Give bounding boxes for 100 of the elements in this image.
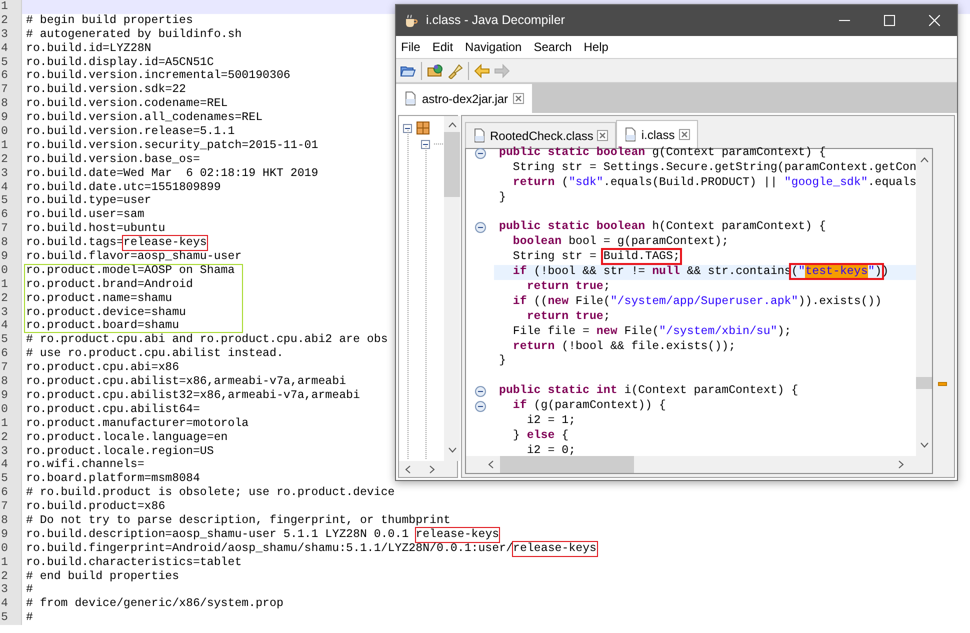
highlight-box: ("test-keys") (789, 263, 884, 280)
line-number: 0 (0, 402, 22, 417)
code-line: } (499, 190, 506, 206)
code-line: ro.product.cpu.abi=x86 (26, 361, 180, 376)
code-line: } else { (512, 428, 569, 444)
line-number: 0 (0, 264, 22, 278)
line-number: 2 (0, 292, 22, 306)
fold-icon[interactable] (474, 222, 486, 234)
line-number: 4 (0, 42, 22, 56)
code-line: ro.build.date.utc=1551809899 (26, 180, 221, 194)
close-tab-icon[interactable] (597, 130, 608, 141)
scroll-up-icon[interactable] (920, 157, 928, 163)
code-line: # end build properties (26, 570, 180, 584)
code-line: boolean bool = g(paramContext); (512, 235, 729, 250)
line-number: 4 (0, 458, 22, 472)
code-line: # ro.build.product is obsolete; use ro.product.device (26, 486, 395, 500)
scroll-down-icon[interactable] (920, 442, 928, 448)
code-line: ro.product.locale.region=US (26, 444, 214, 458)
scroll-down-icon[interactable] (448, 447, 456, 453)
cup-icon (404, 14, 418, 28)
code-line: ro.build.version.sdk=22 (26, 83, 186, 98)
vertical-scrollbar[interactable] (444, 116, 460, 461)
class-file-icon (624, 127, 638, 142)
code-line: # Do not try to parse description, fingerprint, or thumbprint (26, 514, 450, 528)
line-number: 9 (0, 250, 22, 264)
code-line: ro.board.platform=msm8084 (26, 472, 200, 486)
line-number: 5 (0, 333, 22, 348)
line-number: 6 (0, 208, 22, 222)
line-number: 1 (0, 416, 22, 431)
code-line: ro.build.date=Wed Mar 6 02:18:19 HKT 2019 (26, 166, 318, 181)
code-line: # (26, 583, 33, 598)
code-line: ro.product.cpu.abilist64= (26, 402, 200, 417)
scrollbar-thumb[interactable] (916, 377, 932, 389)
line-number: 7 (0, 222, 22, 236)
line-number: 4 (0, 597, 22, 612)
code-line: ro.build.flavor=aosp_shamu-user (26, 250, 242, 264)
scrollbar-thumb[interactable] (500, 456, 634, 473)
scroll-right-icon[interactable] (429, 464, 435, 474)
code-line: return ("sdk".equals(Build.PRODUCT) || "google_sdk".equals (512, 176, 916, 191)
code-line: # from device/generic/x86/system.prop (26, 597, 284, 612)
horizontal-scrollbar[interactable] (399, 461, 457, 477)
flashlight-icon[interactable] (447, 62, 463, 78)
class-tab[interactable]: i.class (616, 120, 698, 148)
code-line: # autogenerated by buildinfo.sh (26, 28, 242, 42)
line-number: 1 (0, 556, 22, 570)
menu-item[interactable]: Help (584, 38, 608, 56)
fold-icon[interactable] (474, 148, 486, 159)
scrollbar-thumb[interactable] (444, 132, 460, 197)
collapse-toggle[interactable] (403, 124, 412, 132)
match-marker[interactable] (938, 382, 946, 386)
code-line: return true; (526, 280, 610, 295)
scroll-right-icon[interactable] (898, 460, 904, 469)
collapse-toggle[interactable] (421, 140, 430, 148)
code-line: ro.build.type=user (26, 194, 152, 208)
code-line: ro.build.id=LYZ28N (26, 42, 152, 56)
line-number: 7 (0, 500, 22, 514)
line-number: 5 (0, 56, 22, 70)
line-number: 1 (0, 0, 22, 14)
line-number: 7 (0, 83, 22, 98)
code-line: ro.build.user=sam (26, 208, 144, 222)
code-line: ro.product.name=shamu (26, 292, 172, 306)
code-line: String str = Build.TAGS; (512, 250, 680, 266)
back-arrow-icon[interactable] (474, 62, 490, 78)
close-icon[interactable] (929, 15, 940, 26)
line-number: 6 (0, 486, 22, 500)
vertical-scrollbar[interactable] (916, 149, 932, 456)
highlighted-text: release-keys (512, 540, 598, 557)
line-number: 2 (0, 430, 22, 444)
close-tab-icon[interactable] (678, 129, 690, 140)
fold-icon[interactable] (474, 386, 486, 398)
scroll-left-icon[interactable] (405, 464, 411, 474)
tree-connector (434, 143, 444, 145)
line-number: 8 (0, 375, 22, 389)
fold-icon[interactable] (474, 401, 486, 412)
code-line: ro.product.cpu.abilist32=x86,armeabi-v7a,armeabi (26, 388, 360, 403)
horizontal-scrollbar[interactable] (466, 456, 932, 473)
code-line: ro.build.description=aosp_shamu-user 5.1.1 LYZ28N 0.0.1 (26, 528, 410, 542)
close-tab-icon[interactable] (513, 93, 524, 104)
maximize-icon[interactable] (884, 15, 895, 26)
code-line: ro.wifi.channels= (26, 458, 144, 472)
code-line: ro.build.display.id=A5CN51C (26, 56, 214, 70)
folder-globe-icon[interactable] (427, 62, 443, 78)
line-number: 9 (0, 388, 22, 403)
scroll-up-icon[interactable] (448, 122, 456, 128)
menu-item[interactable]: File (401, 38, 420, 56)
menu-item[interactable]: Navigation (465, 38, 522, 56)
line-number: 0 (0, 542, 22, 556)
code-line: ro.product.model=AOSP on Shama (26, 264, 235, 278)
menu-item[interactable]: Edit (432, 38, 454, 56)
code-line: public static boolean h(Context paramContext) { (499, 220, 826, 236)
menu-item[interactable]: Search (534, 38, 572, 56)
class-tab[interactable]: RootedCheck.class (465, 122, 616, 148)
code-line: ro.product.device=shamu (26, 306, 186, 320)
code-line: # (26, 611, 33, 626)
scroll-left-icon[interactable] (488, 460, 494, 469)
file-tab[interactable]: astro-dex2jar.jar (396, 84, 532, 113)
code-line: ro.product.cpu.abilist=x86,armeabi-v7a,armeabi (26, 375, 346, 389)
line-number: 9 (0, 528, 22, 542)
code-line: String str = Settings.Secure.getString(paramContext.getCon (512, 160, 916, 176)
window-title: i.class - Java Decompiler (426, 12, 565, 30)
